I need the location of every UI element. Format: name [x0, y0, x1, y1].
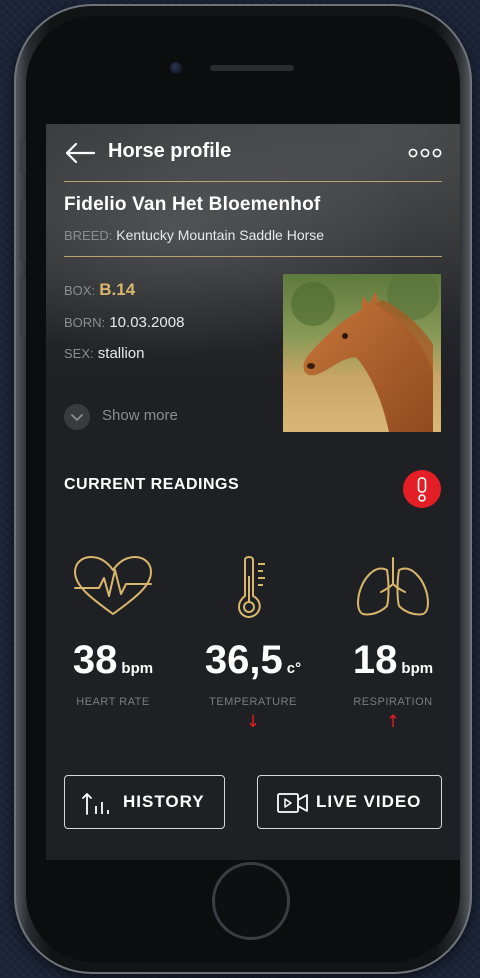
temperature-reading[interactable]: 36,5 c° TEMPERATURE ↓ [188, 554, 318, 744]
breed-row: BREED: Kentucky Mountain Saddle Horse [64, 227, 324, 243]
live-video-button-label: LIVE VIDEO [316, 792, 422, 811]
temperature-value-line: 36,5 c° [188, 638, 318, 683]
born-row: BORN: 10.03.2008 [64, 314, 184, 331]
alert-icon[interactable] [403, 470, 441, 508]
respiration-label: RESPIRATION [353, 696, 433, 708]
live-video-button[interactable]: LIVE VIDEO [257, 775, 442, 829]
horse-photo[interactable] [283, 274, 441, 432]
chevron-down-icon [64, 404, 90, 430]
current-readings-title: CURRENT READINGS [64, 476, 240, 493]
heart-rate-value-line: 38 bpm [48, 638, 178, 683]
temperature-label: TEMPERATURE [209, 696, 297, 708]
page-title: Horse profile [108, 140, 232, 162]
respiration-unit: bpm [401, 660, 434, 677]
temperature-unit: c° [286, 660, 302, 677]
born-value: 10.03.2008 [109, 314, 185, 331]
temperature-value: 36,5 [204, 638, 283, 682]
history-button-label: HISTORY [123, 792, 205, 811]
respiration-value-line: 18 bpm [328, 638, 458, 683]
box-row: BOX: B.14 [64, 280, 135, 300]
front-camera [170, 62, 182, 74]
heart-rate-label: HEART RATE [76, 696, 150, 708]
sex-value: stallion [97, 345, 145, 362]
respiration-trend-up-icon: ↑ [385, 712, 401, 732]
horse-illustration [283, 274, 441, 432]
horse-name: Fidelio Van Het Bloemenhof [64, 194, 321, 215]
breed-label: BREED: [64, 228, 113, 243]
heart-rate-value: 38 [72, 638, 118, 682]
back-arrow-icon[interactable] [64, 141, 96, 165]
lungs-icon [357, 557, 429, 616]
show-more-label: Show more [102, 407, 178, 424]
box-label: BOX: [64, 283, 96, 298]
history-button[interactable]: HISTORY [64, 775, 225, 829]
header-divider [64, 181, 442, 182]
heart-rate-icon [74, 556, 152, 615]
heart-rate-reading[interactable]: 38 bpm HEART RATE [48, 554, 178, 744]
sex-label: SEX: [64, 346, 94, 361]
respiration-value: 18 [352, 638, 398, 682]
breed-value: Kentucky Mountain Saddle Horse [116, 227, 325, 243]
thermometer-icon [238, 556, 265, 618]
more-options-icon[interactable] [408, 147, 442, 159]
history-chart-icon [82, 793, 109, 815]
born-label: BORN: [64, 315, 106, 330]
sex-row: SEX: stallion [64, 345, 145, 362]
app-screen: Horse profile Fidelio Van Het Bloemenhof… [46, 124, 460, 860]
video-camera-icon [277, 793, 308, 813]
box-value: B.14 [99, 280, 136, 299]
home-button [212, 862, 290, 940]
respiration-reading[interactable]: 18 bpm RESPIRATION ↑ [328, 554, 458, 744]
earpiece-speaker [210, 65, 294, 71]
temperature-trend-down-icon: ↓ [245, 712, 261, 732]
breed-divider [64, 256, 442, 257]
heart-rate-unit: bpm [121, 660, 154, 677]
top-bar: Horse profile [64, 138, 442, 168]
